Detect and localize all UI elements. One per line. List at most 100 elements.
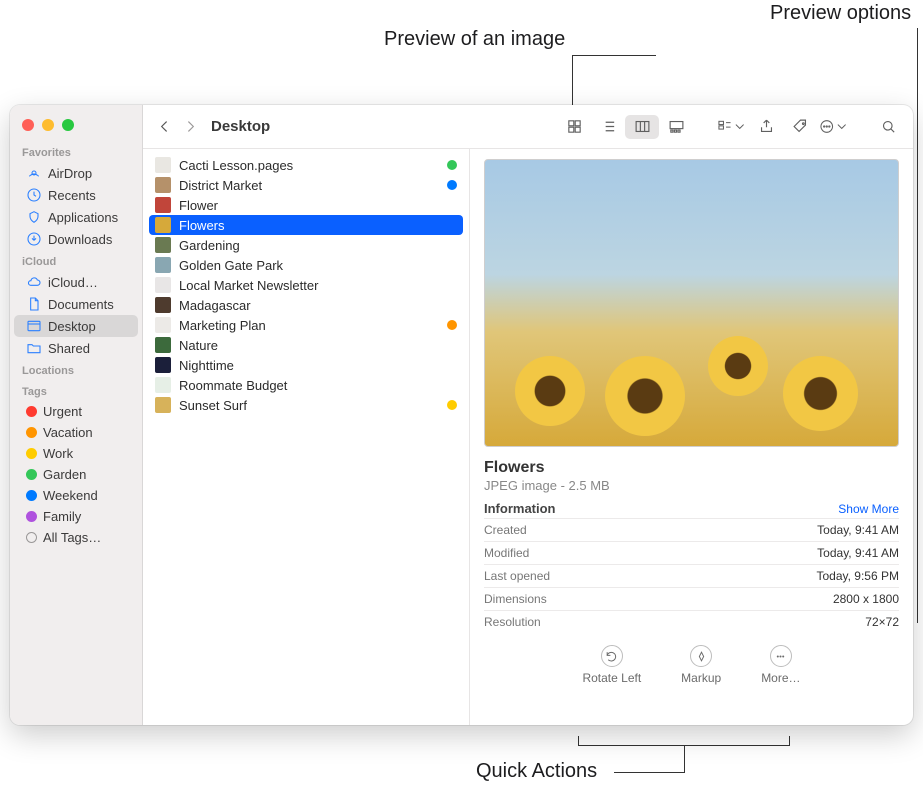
airdrop-icon	[26, 165, 42, 181]
file-icon	[155, 157, 171, 173]
file-row[interactable]: Flowers	[149, 215, 463, 235]
preview-thumbnail[interactable]	[484, 159, 899, 447]
view-list-button[interactable]	[591, 115, 625, 139]
sidebar-item-label: Vacation	[43, 425, 93, 440]
sidebar-item-downloads[interactable]: Downloads	[14, 228, 138, 250]
tag-dot-icon	[26, 532, 37, 543]
file-icon	[155, 337, 171, 353]
sidebar-item-shared[interactable]: Shared	[14, 337, 138, 359]
sidebar-item-documents[interactable]: Documents	[14, 293, 138, 315]
tag-work[interactable]: Work	[14, 443, 138, 464]
quick-action-markup[interactable]: Markup	[681, 645, 721, 685]
sidebar-item-desktop[interactable]: Desktop	[14, 315, 138, 337]
file-name: Golden Gate Park	[179, 258, 457, 273]
file-row[interactable]: Marketing Plan	[149, 315, 463, 335]
tag-family[interactable]: Family	[14, 506, 138, 527]
quick-actions: Rotate Left Markup More…	[484, 645, 899, 685]
zoom-button[interactable]	[62, 119, 74, 131]
quick-action-rotate-left[interactable]: Rotate Left	[582, 645, 641, 685]
info-value: 72×72	[865, 615, 899, 629]
cloud-icon	[26, 274, 42, 290]
preview-kind: JPEG image - 2.5 MB	[484, 478, 899, 493]
tag-weekend[interactable]: Weekend	[14, 485, 138, 506]
sidebar-section-tags: Tags	[10, 380, 142, 401]
back-button[interactable]	[153, 116, 175, 138]
file-icon	[155, 217, 171, 233]
file-row[interactable]: Nighttime	[149, 355, 463, 375]
tags-button[interactable]	[785, 115, 815, 139]
file-row[interactable]: Local Market Newsletter	[149, 275, 463, 295]
file-row[interactable]: Cacti Lesson.pages	[149, 155, 463, 175]
file-icon	[155, 177, 171, 193]
file-row[interactable]: Roommate Budget	[149, 375, 463, 395]
file-row[interactable]: Nature	[149, 335, 463, 355]
sidebar-item-label: Family	[43, 509, 81, 524]
callout-line	[614, 772, 685, 773]
sunflower-decoration	[708, 336, 768, 396]
sidebar-item-recents[interactable]: Recents	[14, 184, 138, 206]
tag-garden[interactable]: Garden	[14, 464, 138, 485]
minimize-button[interactable]	[42, 119, 54, 131]
group-button[interactable]	[717, 115, 747, 139]
sidebar-item-applications[interactable]: Applications	[14, 206, 138, 228]
file-icon	[155, 237, 171, 253]
info-header: Information	[484, 501, 556, 516]
file-name: District Market	[179, 178, 439, 193]
sidebar-item-label: iCloud…	[48, 275, 98, 290]
quick-action-more[interactable]: More…	[761, 645, 800, 685]
file-tag-icon	[447, 180, 457, 190]
tag-dot-icon	[26, 469, 37, 480]
close-button[interactable]	[22, 119, 34, 131]
file-icon	[155, 397, 171, 413]
tag-vacation[interactable]: Vacation	[14, 422, 138, 443]
sidebar-item-label: Documents	[48, 297, 114, 312]
info-value: Today, 9:41 AM	[817, 546, 899, 560]
content-area: Cacti Lesson.pages District Market Flowe…	[143, 149, 913, 725]
callout-line	[572, 55, 656, 56]
view-icons-button[interactable]	[557, 115, 591, 139]
show-more-link[interactable]: Show More	[838, 502, 899, 516]
view-gallery-button[interactable]	[659, 115, 693, 139]
tag-urgent[interactable]: Urgent	[14, 401, 138, 422]
callout-line	[572, 55, 573, 105]
file-row[interactable]: Golden Gate Park	[149, 255, 463, 275]
file-column[interactable]: Cacti Lesson.pages District Market Flowe…	[143, 149, 470, 725]
file-row[interactable]: Flower	[149, 195, 463, 215]
tag-all[interactable]: All Tags…	[14, 527, 138, 548]
callout-preview-image: Preview of an image	[384, 28, 565, 51]
clock-icon	[26, 187, 42, 203]
file-name: Flower	[179, 198, 457, 213]
sidebar-section-favorites: Favorites	[10, 141, 142, 162]
window-controls	[10, 113, 142, 141]
preview-filename: Flowers	[484, 459, 899, 477]
rotate-left-icon	[601, 645, 623, 667]
folder-icon	[26, 340, 42, 356]
file-name: Marketing Plan	[179, 318, 439, 333]
file-name: Nighttime	[179, 358, 457, 373]
file-row[interactable]: Madagascar	[149, 295, 463, 315]
tag-dot-icon	[26, 448, 37, 459]
sunflower-decoration	[783, 356, 858, 431]
file-row[interactable]: District Market	[149, 175, 463, 195]
file-name: Flowers	[179, 218, 457, 233]
tag-dot-icon	[26, 406, 37, 417]
sidebar-item-airdrop[interactable]: AirDrop	[14, 162, 138, 184]
sidebar-item-label: Urgent	[43, 404, 82, 419]
tag-dot-icon	[26, 427, 37, 438]
file-row[interactable]: Gardening	[149, 235, 463, 255]
forward-button[interactable]	[179, 116, 201, 138]
desktop-icon	[26, 318, 42, 334]
info-key: Dimensions	[484, 592, 547, 606]
action-button[interactable]	[819, 115, 849, 139]
search-button[interactable]	[873, 115, 903, 139]
share-button[interactable]	[751, 115, 781, 139]
info-row: ModifiedToday, 9:41 AM	[484, 541, 899, 564]
file-row[interactable]: Sunset Surf	[149, 395, 463, 415]
info-row: Resolution72×72	[484, 610, 899, 633]
sidebar-item-label: Recents	[48, 188, 96, 203]
quick-action-label: Markup	[681, 671, 721, 685]
file-name: Gardening	[179, 238, 457, 253]
sidebar-item-icloud[interactable]: iCloud…	[14, 271, 138, 293]
view-columns-button[interactable]	[625, 115, 659, 139]
callout-line	[917, 28, 918, 623]
